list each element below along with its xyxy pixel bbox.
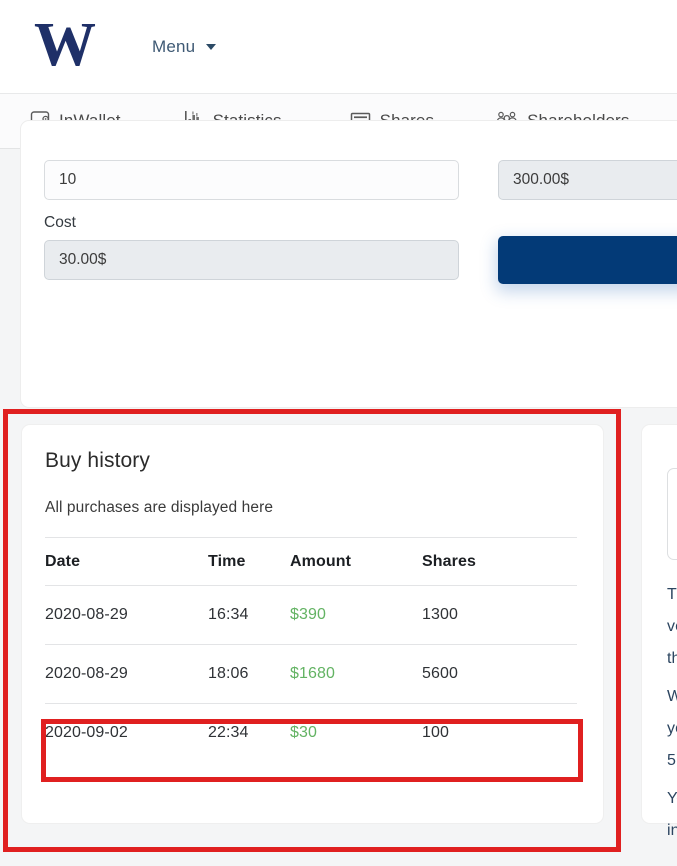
info-line-2: ve (667, 618, 677, 635)
table-row[interactable]: 2020-08-29 18:06 $1680 5600 (45, 644, 577, 703)
buy-history-title: Buy history (45, 449, 150, 472)
menu-dropdown-button[interactable]: Menu (152, 36, 217, 57)
column-header-amount: Amount (290, 552, 352, 570)
info-paragraph-3: Yo in (667, 783, 677, 847)
column-header-date: Date (45, 552, 81, 570)
info-line-3: th (667, 650, 677, 667)
info-line-1: Th (667, 586, 677, 603)
info-line-5: yo (667, 720, 677, 737)
buy-history-subtitle: All purchases are displayed here (45, 499, 274, 516)
cell-shares: 1300 (422, 606, 458, 623)
cell-time: 18:06 (208, 665, 249, 682)
cell-shares: 100 (422, 724, 449, 741)
cell-shares: 5600 (422, 665, 458, 682)
table-header-row: Date Time Amount Shares (45, 537, 577, 585)
column-header-time: Time (208, 552, 246, 570)
price-field: 300.00$ (498, 160, 677, 200)
cost-field: 30.00$ (44, 240, 459, 280)
buy-history-card: Buy history All purchases are displayed … (21, 424, 604, 824)
menu-label: Menu (152, 36, 196, 56)
cell-amount: $1680 (290, 665, 335, 682)
cell-time: 16:34 (208, 606, 249, 623)
quantity-input[interactable]: 10 (44, 160, 459, 200)
column-header-shares: Shares (422, 552, 476, 570)
page-header: W Menu (0, 0, 677, 93)
info-line-8: in (667, 822, 677, 839)
buy-history-table: Date Time Amount Shares 2020-08-29 16:34… (45, 537, 577, 762)
cell-amount: $390 (290, 606, 326, 623)
buy-button[interactable] (498, 236, 677, 284)
cell-amount: $30 (290, 724, 317, 741)
info-card: Th ve th W yo 5, Yo in (641, 424, 677, 839)
cost-label: Cost (44, 214, 76, 231)
info-line-7: Yo (667, 790, 677, 807)
cell-date: 2020-08-29 (45, 665, 128, 682)
wallet-logo: W (34, 10, 96, 79)
logo-container[interactable]: W (18, 14, 110, 76)
table-row[interactable]: 2020-08-29 16:34 $390 1300 (45, 585, 577, 644)
info-line-4: W (667, 688, 677, 705)
app-root: W Menu InWallet (0, 0, 677, 866)
buy-form-card: 10 300.00$ Cost 30.00$ (20, 120, 677, 408)
table-row[interactable]: 2020-09-02 22:34 $30 100 (45, 703, 577, 762)
chevron-down-icon (206, 43, 217, 50)
cell-time: 22:34 (208, 724, 249, 741)
info-inner-box (667, 468, 677, 560)
cell-date: 2020-08-29 (45, 606, 128, 623)
info-paragraph-2: W yo 5, (667, 681, 677, 777)
info-line-6: 5, (667, 752, 677, 769)
info-paragraph-1: Th ve th (667, 579, 677, 675)
cell-date: 2020-09-02 (45, 724, 128, 741)
